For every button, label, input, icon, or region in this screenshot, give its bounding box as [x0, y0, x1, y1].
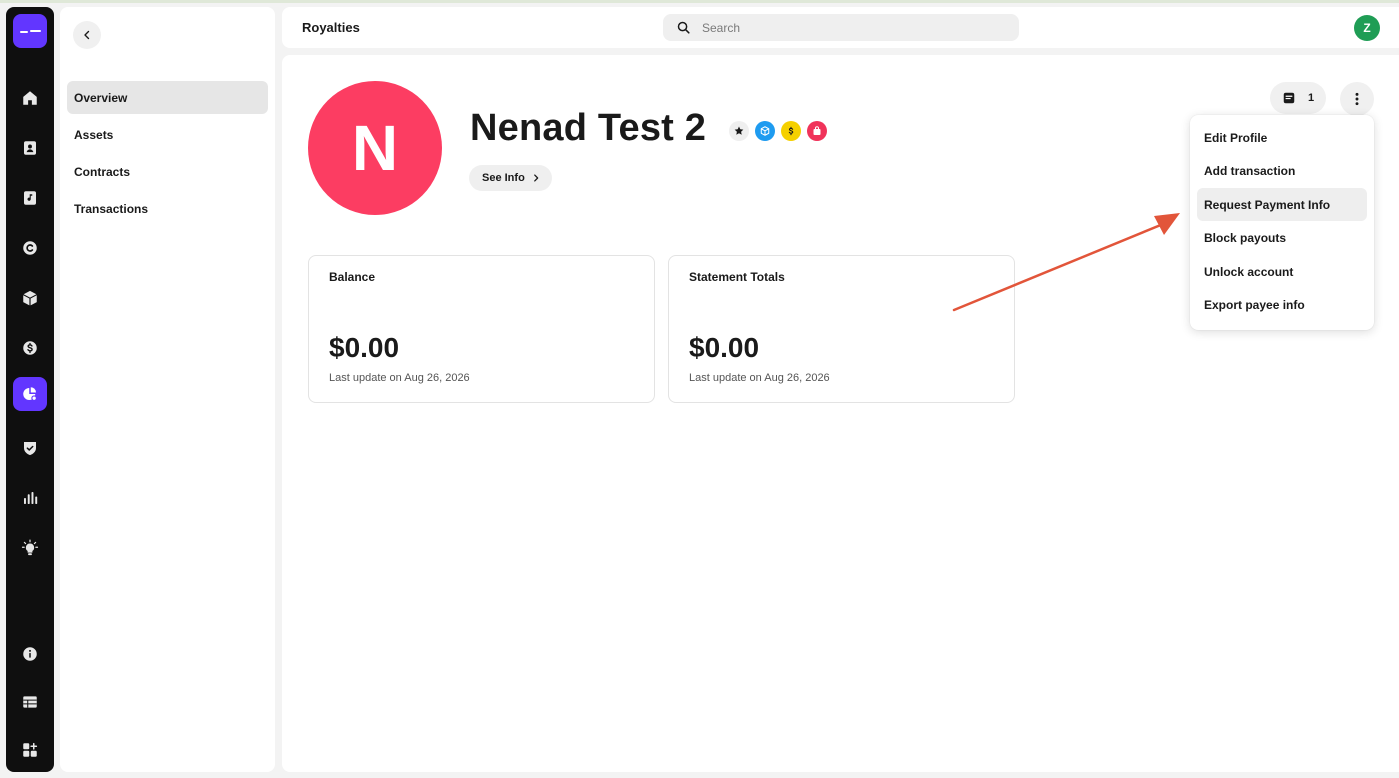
top-border: [0, 0, 1399, 3]
chevron-left-icon: [84, 30, 90, 40]
music-note-icon[interactable]: [13, 181, 47, 215]
dollar-icon: [781, 121, 801, 141]
see-info-button[interactable]: See Info: [469, 165, 552, 191]
menu-item-block-payouts[interactable]: Block payouts: [1197, 222, 1367, 255]
contact-card-icon[interactable]: [13, 131, 47, 165]
search-icon: [677, 21, 690, 34]
profile-badges: [729, 121, 827, 141]
main-content: N Nenad Test 2 See Info Balance $0.00 La…: [282, 55, 1399, 772]
card-value: $0.00: [329, 332, 400, 363]
menu-item-unlock-account[interactable]: Unlock account: [1197, 255, 1367, 288]
card-value: $0.00: [689, 332, 760, 363]
more-options-button[interactable]: [1340, 82, 1374, 116]
apps-add-icon[interactable]: [13, 733, 47, 767]
notes-count: 1: [1307, 92, 1315, 104]
shopping-bag-icon: [807, 121, 827, 141]
balance-card: Balance $0.00 Last update on Aug 26, 202…: [308, 255, 655, 403]
top-header: Royalties Z: [282, 7, 1399, 48]
cube-icon[interactable]: [13, 281, 47, 315]
sidebar: Overview Assets Contracts Transactions: [60, 7, 275, 772]
more-vertical-icon: [1355, 92, 1359, 106]
bar-chart-icon[interactable]: [13, 481, 47, 515]
profile-name: Nenad Test 2: [470, 107, 707, 149]
info-icon[interactable]: [13, 637, 47, 671]
see-info-label: See Info: [482, 172, 525, 184]
note-icon: [1283, 92, 1295, 104]
royalties-pie-icon[interactable]: [13, 377, 47, 411]
statement-totals-card: Statement Totals $0.00 Last update on Au…: [668, 255, 1015, 403]
shield-check-icon[interactable]: [13, 431, 47, 465]
chevron-right-icon: [533, 174, 539, 182]
card-updated: Last update on Aug 26, 2026: [689, 372, 830, 384]
menu-item-edit-profile[interactable]: Edit Profile: [1197, 121, 1367, 154]
sidebar-item-contracts[interactable]: Contracts: [67, 155, 268, 188]
page-title: Royalties: [302, 20, 360, 35]
search-input[interactable]: [702, 20, 992, 35]
table-icon[interactable]: [13, 685, 47, 719]
app-rail: [6, 7, 54, 772]
card-label: Statement Totals: [689, 270, 785, 284]
search-bar[interactable]: [663, 14, 1019, 41]
back-button[interactable]: [73, 21, 101, 49]
notes-button[interactable]: 1: [1270, 82, 1326, 114]
copyright-icon[interactable]: [13, 231, 47, 265]
menu-item-add-transaction[interactable]: Add transaction: [1197, 155, 1367, 188]
sidebar-item-transactions[interactable]: Transactions: [67, 192, 268, 225]
menu-item-request-payment-info[interactable]: Request Payment Info: [1197, 188, 1367, 221]
sidebar-item-overview[interactable]: Overview: [67, 81, 268, 114]
dollar-icon[interactable]: [13, 331, 47, 365]
app-logo-icon[interactable]: [13, 14, 47, 48]
menu-item-export-payee-info[interactable]: Export payee info: [1197, 289, 1367, 322]
cube-icon: [755, 121, 775, 141]
options-dropdown-menu: Edit Profile Add transaction Request Pay…: [1190, 115, 1374, 330]
card-label: Balance: [329, 270, 376, 284]
profile-avatar: N: [308, 81, 442, 215]
sidebar-item-assets[interactable]: Assets: [67, 118, 268, 151]
card-updated: Last update on Aug 26, 2026: [329, 372, 470, 384]
sidebar-nav: Overview Assets Contracts Transactions: [67, 81, 268, 229]
lightbulb-icon[interactable]: [13, 531, 47, 565]
home-icon[interactable]: [13, 81, 47, 115]
user-avatar[interactable]: Z: [1354, 15, 1380, 41]
star-icon: [729, 121, 749, 141]
